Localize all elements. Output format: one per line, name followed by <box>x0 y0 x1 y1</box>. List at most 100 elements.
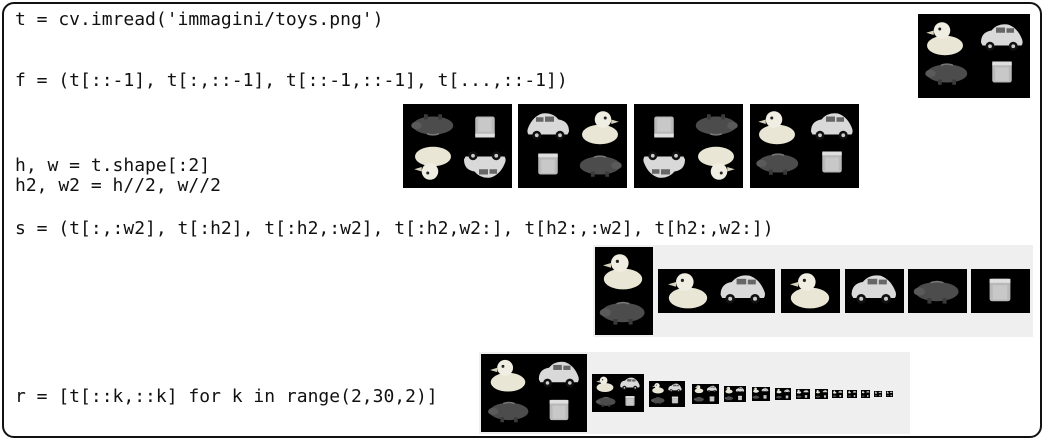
piggy-bank-icon <box>815 395 821 398</box>
cup-icon <box>549 399 569 421</box>
car-icon <box>803 389 809 394</box>
car-icon <box>822 390 828 393</box>
slice-top-half-panel <box>658 269 775 313</box>
piggy-bank-icon <box>847 395 852 398</box>
cup-icon <box>867 395 869 397</box>
duck-icon <box>490 359 526 392</box>
flip-both-panel <box>634 104 743 188</box>
piggy-bank-icon <box>775 395 782 399</box>
downsample-k18-panel <box>815 389 828 399</box>
downsample-k12-panel <box>752 387 770 401</box>
piggy-bank-icon <box>724 396 734 401</box>
piggy-bank-icon <box>874 394 878 397</box>
slice-top-right-panel <box>845 269 904 313</box>
downsample-k26-panel <box>874 391 882 397</box>
downsample-k4-panel <box>592 374 644 412</box>
code-line-imread: t = cv.imread('immagini/toys.png') <box>15 9 384 30</box>
duck-icon <box>861 390 865 394</box>
slice-bottom-left-panel <box>908 269 967 313</box>
duck-icon <box>698 146 735 180</box>
downsample-k2-panel <box>481 354 587 432</box>
cup-icon <box>709 396 715 402</box>
cup-icon <box>763 395 767 399</box>
duck-icon <box>603 254 643 290</box>
duck-icon <box>652 382 664 394</box>
car-icon <box>981 24 1023 51</box>
cup-icon <box>853 395 856 397</box>
car-icon <box>720 275 765 304</box>
channel-reverse-panel <box>750 104 859 188</box>
code-line-flips: f = (t[::-1], t[:,::-1], t[::-1,::-1], t… <box>15 70 568 91</box>
car-icon <box>784 389 790 393</box>
duck-icon <box>790 273 830 309</box>
cup-icon <box>823 395 827 398</box>
flip-vertical-panel <box>403 104 512 188</box>
downsample-k14-panel <box>775 388 791 400</box>
downsample-k22-panel <box>847 390 857 398</box>
code-line-halves: h2, w2 = h//2, w//2 <box>15 175 221 196</box>
cup-icon <box>538 153 558 175</box>
car-icon <box>866 390 870 393</box>
duck-icon <box>848 390 851 394</box>
car-icon <box>851 275 896 304</box>
code-line-slices: s = (t[:,:w2], t[:h2], t[:h2,:w2], t[:h2… <box>15 218 774 239</box>
car-icon <box>643 151 685 178</box>
piggy-bank-icon <box>595 396 616 408</box>
piggy-bank-icon <box>755 153 799 176</box>
duck-icon <box>816 389 820 394</box>
piggy-bank-icon <box>752 395 760 400</box>
car-icon <box>811 113 853 140</box>
car-icon <box>889 391 893 394</box>
car-icon <box>706 385 717 393</box>
car-icon <box>464 151 506 178</box>
car-icon <box>668 383 682 393</box>
car-icon <box>735 387 745 393</box>
duck-icon <box>874 391 878 394</box>
original-image-panel <box>918 14 1030 98</box>
car-icon <box>761 387 769 393</box>
duck-icon <box>753 387 759 393</box>
downsample-k16-panel <box>796 389 810 399</box>
code-line-range: r = [t[::k,::k] for k in range(2,30,2)] <box>15 386 438 407</box>
duck-icon <box>926 22 963 56</box>
slice-left-half-panel <box>595 247 653 335</box>
cup-icon <box>822 151 842 173</box>
car-icon <box>527 113 569 140</box>
duck-icon <box>414 146 451 180</box>
cup-icon <box>625 396 635 406</box>
cup-icon <box>890 394 892 397</box>
piggy-bank-icon <box>796 395 802 399</box>
cup-icon <box>879 394 881 397</box>
car-icon <box>878 391 882 394</box>
cup-icon <box>654 116 674 138</box>
cup-icon <box>475 116 495 138</box>
car-icon <box>620 377 640 390</box>
cup-icon <box>992 61 1012 83</box>
piggy-bank-icon <box>410 113 454 136</box>
cup-icon <box>804 395 808 398</box>
downsample-k20-panel <box>832 390 843 398</box>
cup-icon <box>785 395 789 399</box>
duck-icon <box>668 273 708 309</box>
piggy-bank-icon <box>861 395 865 397</box>
flip-horizontal-panel <box>518 104 627 188</box>
duck-icon <box>796 389 802 394</box>
duck-icon <box>886 391 889 394</box>
code-line-shape: h, w = t.shape[:2] <box>15 155 211 176</box>
duck-icon <box>776 388 782 394</box>
downsample-k24-panel <box>861 390 870 398</box>
cup-icon <box>839 395 842 397</box>
piggy-bank-icon <box>598 301 646 326</box>
cup-icon <box>989 278 1011 302</box>
piggy-bank-icon <box>579 155 623 178</box>
downsample-k10-panel <box>724 386 746 402</box>
duck-icon <box>582 111 619 145</box>
cup-icon <box>671 396 679 404</box>
duck-icon <box>725 386 733 394</box>
duck-icon <box>758 111 795 145</box>
piggy-bank-icon <box>832 395 837 398</box>
cup-icon <box>738 395 742 401</box>
downsample-k8-panel <box>692 384 719 404</box>
duck-icon <box>832 390 837 394</box>
piggy-bank-icon <box>487 401 530 423</box>
